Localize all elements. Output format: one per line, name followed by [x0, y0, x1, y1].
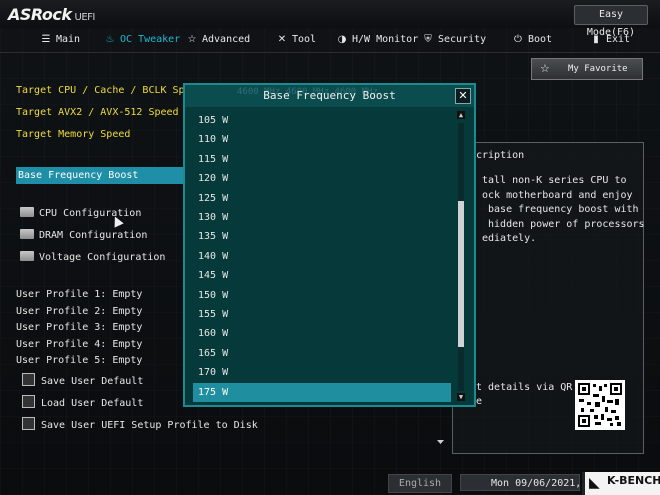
star-icon: ☆ [540, 62, 550, 75]
wrench-icon: ✕ [277, 34, 287, 45]
exit-icon: ▮ [593, 34, 599, 45]
option-item[interactable]: 140 W [193, 247, 451, 266]
list-icon: ☰ [41, 34, 51, 45]
qr-code-image [578, 383, 622, 427]
scroll-up-icon[interactable]: ▲ [457, 111, 465, 119]
option-item[interactable]: 120 W [193, 169, 451, 188]
my-favorite-button[interactable]: ☆ My Favorite [531, 58, 643, 80]
main-menu: ☰ Main ♨ OC Tweaker ☆ Advanced ✕ Tool ◑ H/W M… [0, 28, 660, 53]
close-icon[interactable]: ✕ [455, 88, 471, 104]
tab-security[interactable]: ⛨ Security [422, 32, 486, 48]
info-line: Target CPU / Cache / BCLK Speed [16, 85, 203, 96]
option-item[interactable]: 110 W [193, 130, 451, 149]
monitor-icon: ◑ [337, 34, 347, 45]
base-frequency-boost-dialog: 4600 MHz 4600 MHz 4600 MHz Base Frequenc… [183, 83, 476, 407]
info-line: Target Memory Speed [16, 129, 131, 140]
user-profile-3[interactable]: User Profile 3: Empty [16, 322, 142, 333]
folder-voltage-configuration[interactable]: Voltage Configuration [20, 251, 165, 263]
folder-cpu-configuration[interactable]: CPU Configuration [20, 207, 141, 219]
flame-icon: ♨ [105, 34, 115, 45]
option-item[interactable]: 170 W [193, 363, 451, 382]
shield-icon: ⛨ [424, 34, 432, 45]
option-item[interactable]: 125 W [193, 189, 451, 208]
scroll-thumb[interactable] [458, 201, 464, 347]
dialog-title: Base Frequency Boost [263, 89, 396, 102]
qr-code[interactable] [575, 380, 625, 430]
book-icon [22, 395, 35, 408]
option-item[interactable]: 115 W [193, 150, 451, 169]
user-profile-5[interactable]: User Profile 5: Empty [16, 355, 142, 366]
save-user-default[interactable]: Save User Default [22, 373, 143, 387]
option-item[interactable]: 130 W [193, 208, 451, 227]
language-button[interactable]: English [388, 474, 452, 493]
dialog-scrollbar[interactable]: ▲ ▼ [455, 111, 467, 403]
option-item-selected[interactable]: 175 W [193, 382, 451, 402]
tab-advanced[interactable]: ☆ Advanced [186, 32, 251, 48]
top-bar: ASRock UEFI Easy Mode(F6) [0, 0, 660, 38]
load-user-default[interactable]: Load User Default [22, 395, 143, 409]
brand-logo: ASRock UEFI [8, 5, 95, 24]
star-icon: ☆ [187, 34, 197, 45]
user-profile-2[interactable]: User Profile 2: Empty [16, 306, 142, 317]
folder-icon [20, 207, 34, 217]
info-line: Target AVX2 / AVX-512 Speed [16, 107, 179, 118]
option-item[interactable]: 135 W [193, 227, 451, 246]
user-profile-1[interactable]: User Profile 1: Empty [16, 289, 142, 300]
option-item[interactable]: 165 W [193, 344, 451, 363]
dialog-header: 4600 MHz 4600 MHz 4600 MHz Base Frequenc… [185, 85, 474, 107]
option-item[interactable]: 155 W [193, 305, 451, 324]
qr-caption: t details via QR e [476, 382, 573, 407]
tab-hw-monitor[interactable]: ◑ H/W Monitor [336, 32, 419, 48]
scroll-down-icon[interactable]: ▼ [457, 393, 465, 401]
date-time: Mon 09/06/2021, 1 [460, 474, 580, 491]
folder-icon [20, 229, 34, 239]
description-title: cription [476, 150, 525, 161]
folder-dram-configuration[interactable]: DRAM Configuration [20, 229, 147, 241]
easy-mode-button[interactable]: Easy Mode(F6) [574, 5, 648, 38]
power-icon: ⏻ [514, 34, 522, 45]
setting-base-frequency-boost[interactable]: Base Frequency Boost [16, 167, 186, 184]
option-item[interactable]: 145 W [193, 266, 451, 285]
option-item[interactable]: 150 W [193, 286, 451, 305]
tab-main[interactable]: ☰ Main [40, 32, 81, 48]
tab-boot[interactable]: ⏻ Boot [512, 32, 552, 48]
option-item[interactable]: 105 W [193, 111, 451, 130]
option-item[interactable]: 160 W [193, 324, 451, 343]
save-profile-to-disk[interactable]: Save User UEFI Setup Profile to Disk [22, 417, 258, 431]
tab-oc-tweaker[interactable]: ♨ OC Tweaker [104, 32, 181, 48]
description-text: tall non-K series CPU to ock motherboard… [482, 175, 645, 244]
user-profile-4[interactable]: User Profile 4: Empty [16, 339, 142, 350]
watermark-logo: ◣ K-BENCH [582, 472, 660, 495]
tab-exit[interactable]: ▮ Exit [590, 32, 630, 48]
disk-icon [22, 417, 35, 430]
disk-icon [22, 373, 35, 386]
tab-tool[interactable]: ✕ Tool [276, 32, 316, 48]
folder-icon [20, 251, 34, 261]
watermark-k-icon: ◣ [589, 475, 600, 491]
